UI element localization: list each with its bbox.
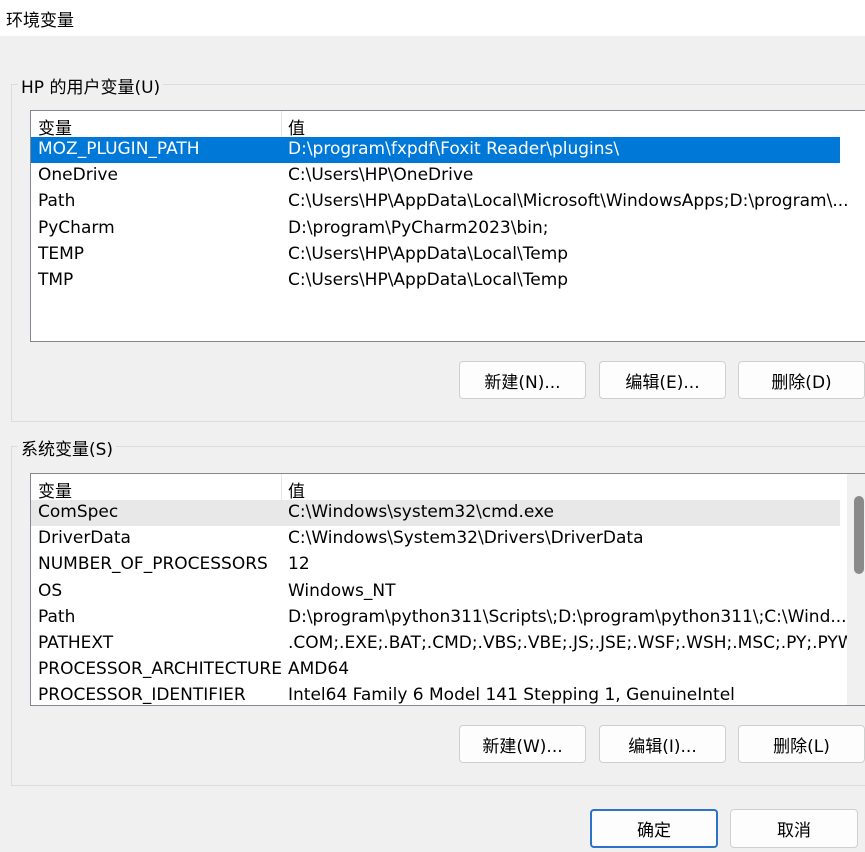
- table-row[interactable]: TEMP C:\Users\HP\AppData\Local\Temp: [31, 242, 865, 268]
- var-value: D:\program\PyCharm2023\bin;: [288, 217, 549, 238]
- system-vars-scrollbar[interactable]: [847, 474, 865, 705]
- var-name: PROCESSOR_ARCHITECTURE: [38, 659, 282, 680]
- table-row[interactable]: DriverData C:\Windows\System32\Drivers\D…: [31, 526, 865, 552]
- var-value: D:\program\python311\Scripts\;D:\program…: [288, 606, 847, 627]
- var-value: C:\Users\HP\OneDrive: [288, 165, 474, 186]
- table-row[interactable]: NUMBER_OF_PROCESSORS 12: [31, 552, 865, 578]
- window-title: 环境变量: [6, 11, 74, 31]
- var-name: DriverData: [38, 528, 131, 549]
- var-value: C:\Windows\System32\Drivers\DriverData: [288, 528, 644, 549]
- var-value: AMD64: [288, 659, 350, 680]
- user-edit-button[interactable]: 编辑(E)...: [599, 361, 726, 399]
- user-new-button[interactable]: 新建(N)...: [459, 361, 586, 399]
- table-row[interactable]: TMP C:\Users\HP\AppData\Local\Temp: [31, 268, 865, 294]
- var-name: PyCharm: [38, 217, 115, 238]
- var-value: .COM;.EXE;.BAT;.CMD;.VBS;.VBE;.JS;.JSE;.…: [288, 632, 855, 653]
- system-delete-button[interactable]: 删除(L): [738, 725, 865, 763]
- table-row[interactable]: Path C:\Users\HP\AppData\Local\Microsoft…: [31, 189, 865, 215]
- var-name: TMP: [38, 269, 74, 290]
- system-edit-button[interactable]: 编辑(I)...: [599, 725, 726, 763]
- var-name: NUMBER_OF_PROCESSORS: [38, 554, 268, 575]
- column-header-name[interactable]: 变量: [38, 114, 72, 139]
- var-name: OS: [38, 580, 63, 601]
- table-row[interactable]: PROCESSOR_ARCHITECTURE AMD64: [31, 657, 865, 683]
- ok-button[interactable]: 确定: [590, 809, 718, 848]
- var-value: C:\Windows\system32\cmd.exe: [288, 502, 555, 522]
- user-vars-list-header: 变量 值: [31, 111, 865, 139]
- cancel-button[interactable]: 取消: [730, 809, 858, 848]
- var-name: MOZ_PLUGIN_PATH: [38, 139, 200, 159]
- var-name: Path: [38, 191, 76, 212]
- table-row[interactable]: PATHEXT .COM;.EXE;.BAT;.CMD;.VBS;.VBE;.J…: [31, 631, 865, 657]
- column-divider[interactable]: [281, 111, 282, 137]
- var-value: C:\Users\HP\AppData\Local\Microsoft\Wind…: [288, 191, 849, 212]
- table-row[interactable]: MOZ_PLUGIN_PATH D:\program\fxpdf\Foxit R…: [31, 137, 840, 164]
- scrollbar-thumb[interactable]: [854, 496, 864, 574]
- table-row[interactable]: Path D:\program\python311\Scripts\;D:\pr…: [31, 605, 865, 631]
- var-name: PROCESSOR_IDENTIFIER: [38, 685, 246, 706]
- table-row[interactable]: OS Windows_NT: [31, 579, 865, 605]
- table-row[interactable]: PROCESSOR_IDENTIFIER Intel64 Family 6 Mo…: [31, 683, 865, 706]
- var-value: 12: [288, 554, 310, 575]
- system-vars-group-label: 系统变量(S): [18, 435, 117, 460]
- system-vars-list-header: 变量 值: [31, 474, 865, 502]
- var-value: C:\Users\HP\AppData\Local\Temp: [288, 243, 569, 264]
- var-value: D:\program\fxpdf\Foxit Reader\plugins\: [288, 139, 620, 159]
- user-vars-group-label: HP 的用户变量(U): [18, 73, 164, 98]
- var-name: TEMP: [38, 243, 85, 264]
- var-value: Intel64 Family 6 Model 141 Stepping 1, G…: [288, 685, 735, 706]
- var-value: C:\Users\HP\AppData\Local\Temp: [288, 269, 569, 290]
- table-row[interactable]: OneDrive C:\Users\HP\OneDrive: [31, 163, 865, 189]
- user-vars-list[interactable]: 变量 值 MOZ_PLUGIN_PATH D:\program\fxpdf\Fo…: [30, 110, 865, 342]
- system-new-button[interactable]: 新建(W)...: [459, 725, 586, 763]
- var-name: Path: [38, 606, 76, 627]
- var-name: OneDrive: [38, 165, 118, 186]
- column-divider[interactable]: [281, 474, 282, 500]
- system-vars-list[interactable]: 变量 值 ComSpec C:\Windows\system32\cmd.exe…: [30, 473, 865, 706]
- var-name: ComSpec: [38, 502, 119, 522]
- var-name: PATHEXT: [38, 632, 114, 653]
- title-bar: 环境变量: [0, 0, 865, 36]
- var-value: Windows_NT: [288, 580, 396, 601]
- table-row[interactable]: ComSpec C:\Windows\system32\cmd.exe: [31, 500, 840, 527]
- table-row[interactable]: PyCharm D:\program\PyCharm2023\bin;: [31, 216, 865, 242]
- user-delete-button[interactable]: 删除(D): [738, 361, 865, 399]
- column-header-name[interactable]: 变量: [38, 477, 72, 502]
- column-header-value[interactable]: 值: [288, 477, 305, 502]
- column-header-value[interactable]: 值: [288, 114, 305, 139]
